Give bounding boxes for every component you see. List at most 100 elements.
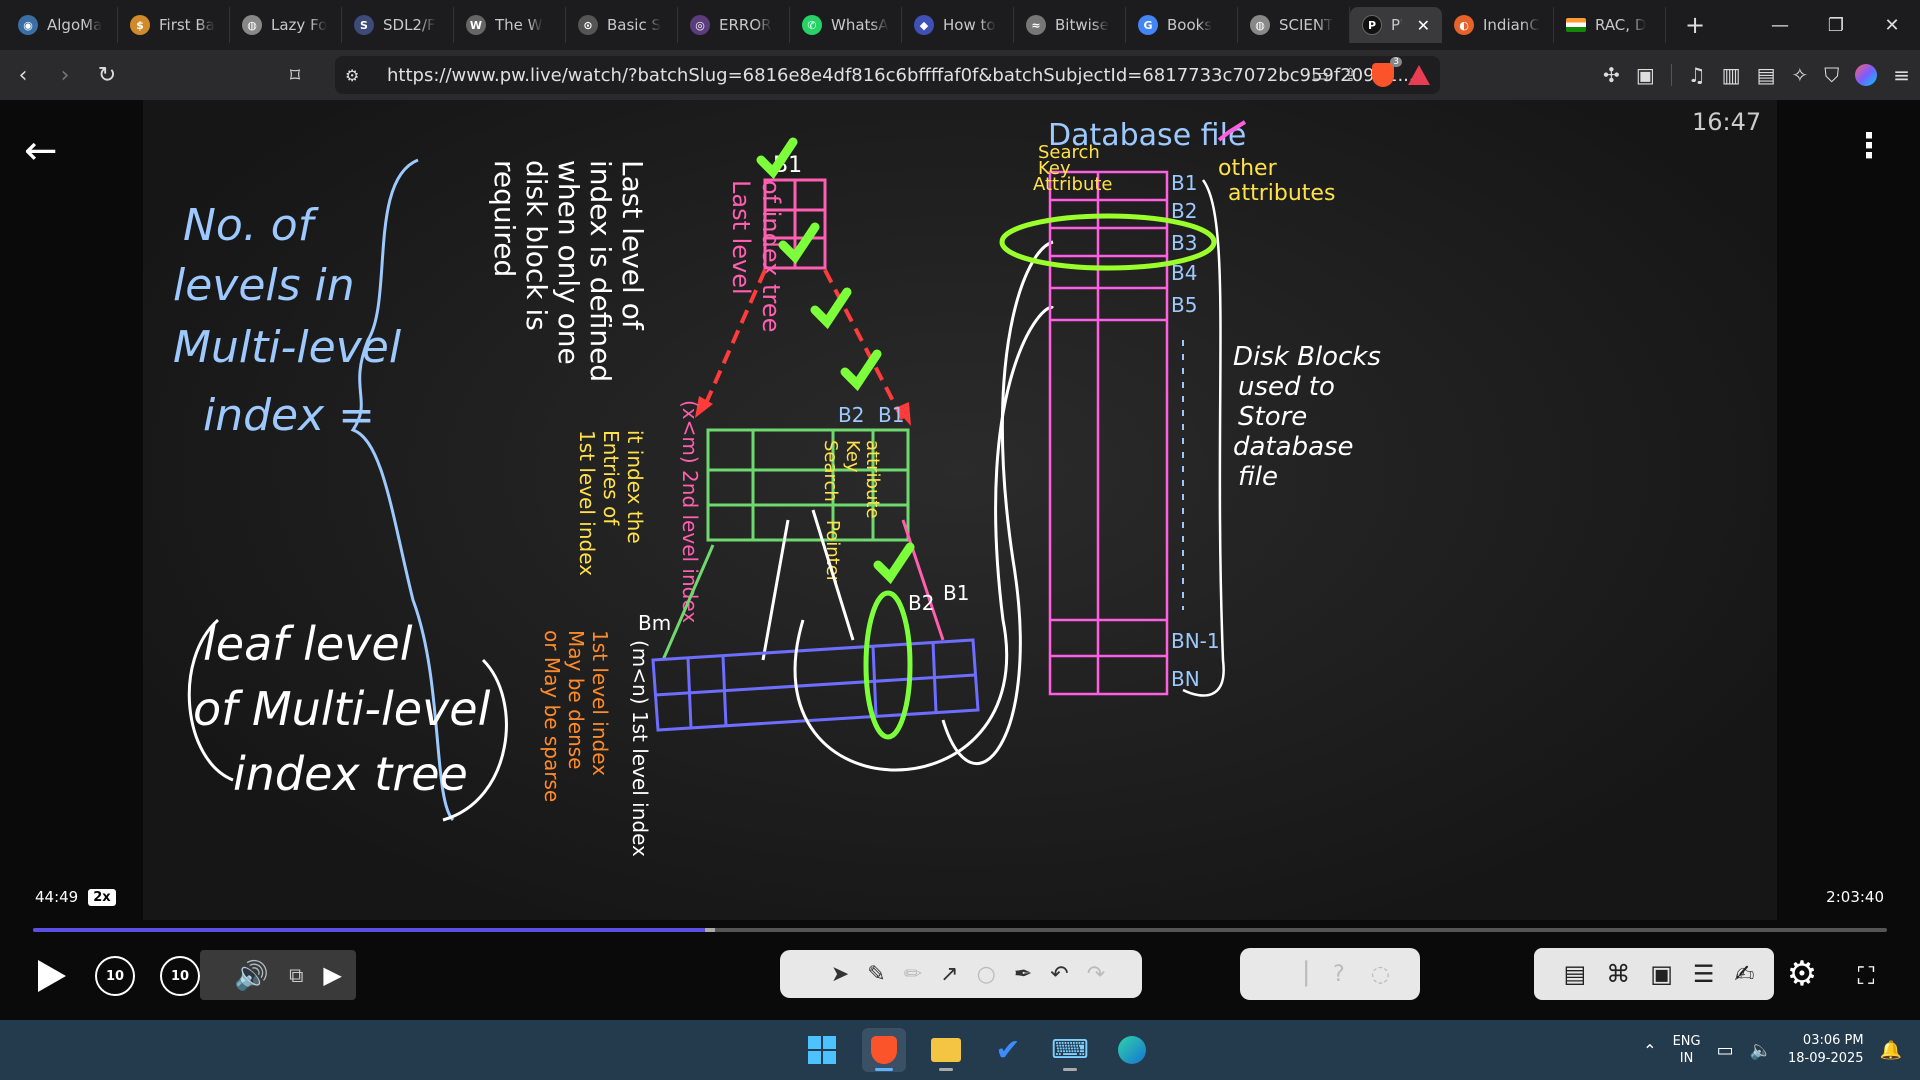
network-icon[interactable]: ▭ [1717,1040,1734,1061]
redo-icon[interactable]: ↷ [1087,962,1105,987]
wordpress-icon: W [466,15,486,35]
taskbar-edge[interactable] [1110,1028,1154,1072]
more-options-icon[interactable]: ⋮ [1852,126,1886,166]
browser-tab[interactable]: ≈ Bitwise [1014,7,1126,43]
question-icon[interactable]: ? [1333,962,1345,987]
brave-shields-icon[interactable]: 3 [1372,57,1402,87]
first-level-label: (m<n) 1st level index [628,640,652,857]
marker-tool-icon[interactable]: ✒ [1014,962,1032,987]
arrow-to-second-right [823,269,905,421]
whiteboard-drawing: No. of levels in Multi-level index = lea… [173,118,1381,857]
disk-blocks-note: Disk Blocks used to Store database file [1233,342,1381,492]
playlist-icon[interactable]: ☰ [1693,960,1715,988]
comments-icon[interactable]: ▤ [1564,960,1587,988]
extensions-icon[interactable]: ✣ [1603,63,1620,87]
notification-bell-icon[interactable]: 🔔 [1880,1040,1902,1061]
fullscreen-icon[interactable]: ⛶ [1848,958,1884,994]
browser-tab[interactable]: ◎ ERROR [678,7,790,43]
arrow-tool-icon[interactable]: ↗ [940,962,958,987]
second-level-note: it index the Entries of 1st level index [575,430,647,576]
restore-icon[interactable]: ❐ [1808,0,1864,50]
reader-mode-icon[interactable]: ▣ [1636,63,1655,87]
close-tab-icon[interactable]: ✕ [1417,16,1430,35]
tab-label: PW [1391,16,1402,34]
browser-tab-active[interactable]: P PW ✕ [1350,7,1442,43]
leo-ai-icon[interactable]: ✧ [1791,63,1808,87]
speed-badge[interactable]: 2x [88,888,116,906]
browser-tab[interactable]: G Books [1126,7,1238,43]
start-button[interactable] [800,1028,844,1072]
share-icon[interactable]: ⇪ [1343,65,1358,86]
translate-icon[interactable]: ⌘ [1606,960,1630,988]
forward-nav-icon[interactable]: › [46,56,84,94]
top-note-line: Last level of [616,160,649,331]
taskbar-file-explorer[interactable] [924,1028,968,1072]
browser-tab[interactable]: $ First Ba [118,7,230,43]
minimize-icon[interactable]: — [1752,0,1808,50]
first-block-label: B1 [943,581,969,605]
taskbar-brave[interactable] [862,1028,906,1072]
site-info-icon[interactable]: ⚙ [345,66,375,85]
picture-in-picture-icon[interactable]: ▣ [1650,960,1673,988]
menu-icon[interactable]: ≡ [1893,63,1910,87]
wallet-icon[interactable]: ▤ [1757,63,1776,87]
disk-note-line: Disk Blocks [1233,342,1381,372]
profile-avatar[interactable] [1855,64,1878,86]
video-player[interactable]: No. of levels in Multi-level index = lea… [0,100,1920,1020]
browser-tab[interactable]: S SDL2/F [342,7,454,43]
reload-icon[interactable]: ↻ [88,56,126,94]
undo-icon[interactable]: ↶ [1050,962,1068,987]
current-time: 44:49 [35,888,79,906]
second-block-label: B1 [878,403,904,427]
browser-tab[interactable]: ◆ How to [902,7,1014,43]
browser-tab[interactable]: ⊙ Basic S [566,7,678,43]
browser-tab[interactable]: RAC, D [1554,7,1666,43]
notes-icon[interactable]: ✍ [1734,960,1754,988]
next-icon[interactable]: ▶ [323,961,341,989]
cast-icon[interactable]: ▭ [1312,65,1329,86]
taskbar-keyboard[interactable]: ⌨ [1048,1028,1092,1072]
progress-bar[interactable] [33,928,1887,932]
window-controls: — ❐ ✕ [1752,0,1920,50]
settings-icon[interactable]: ⚙ [1782,954,1822,994]
play-button[interactable] [34,956,70,996]
language-indicator[interactable]: ENG IN [1673,1033,1701,1067]
browser-tab[interactable]: ◍ SCIENT [1238,7,1350,43]
clock[interactable]: 03:06 PM 18-09-2025 [1788,1032,1864,1068]
chat-bubble-icon[interactable]: ◌ [1371,962,1390,987]
browser-tab[interactable]: ◉ AlgoMa [6,7,118,43]
brave-rewards-icon[interactable] [1408,65,1430,85]
back-nav-icon[interactable]: ‹ [4,56,42,94]
vpn-icon[interactable]: ⛉ [1824,63,1839,87]
close-window-icon[interactable]: ✕ [1864,0,1920,50]
db-other-line: other [1218,156,1278,181]
shape-tool-icon[interactable]: ○ [977,962,996,987]
url-bar[interactable]: ⚙ https://www.pw.live/watch/?batchSlug=6… [335,56,1440,94]
tab-label: ERROR [719,16,772,34]
volume-group: 🔊 ⧉ ▶ [200,950,356,1000]
browser-tab[interactable]: W The W [454,7,566,43]
forward-10-button[interactable]: 10 [160,956,200,996]
chart-icon[interactable]: ▕ [1290,962,1307,987]
volume-icon[interactable]: 🔊 [234,959,269,992]
player-back-icon[interactable]: ← [24,128,58,174]
browser-tab[interactable]: ✆ WhatsA [790,7,902,43]
taskbar-todo[interactable]: ✔ [986,1028,1030,1072]
browser-tab[interactable]: ◐ IndianC [1442,7,1554,43]
pointer-tool-icon[interactable]: ➤ [831,962,849,987]
url-text[interactable]: https://www.pw.live/watch/?batchSlug=681… [387,65,1415,86]
speaker-icon[interactable]: 🔈 [1750,1040,1772,1061]
db-block-label: B1 [1171,171,1197,195]
highlighter-tool-icon[interactable]: ✎ [867,962,885,987]
bookmark-icon[interactable]: ⌑ [276,56,314,94]
rewind-10-button[interactable]: 10 [95,956,135,996]
pen-tool-icon[interactable]: ✏ [904,962,922,987]
new-tab-button[interactable]: + [1680,11,1710,39]
db-block-label: B5 [1171,293,1197,317]
captions-mini-icon[interactable]: ⧉ [289,963,303,987]
browser-tab[interactable]: ◍ Lazy Fo [230,7,342,43]
sidebar-icon[interactable]: ▥ [1722,63,1741,87]
leaf-note-line: index tree [233,747,468,801]
show-hidden-icons-icon[interactable]: ⌃ [1643,1041,1656,1060]
media-icon[interactable]: ♫ [1688,63,1706,87]
